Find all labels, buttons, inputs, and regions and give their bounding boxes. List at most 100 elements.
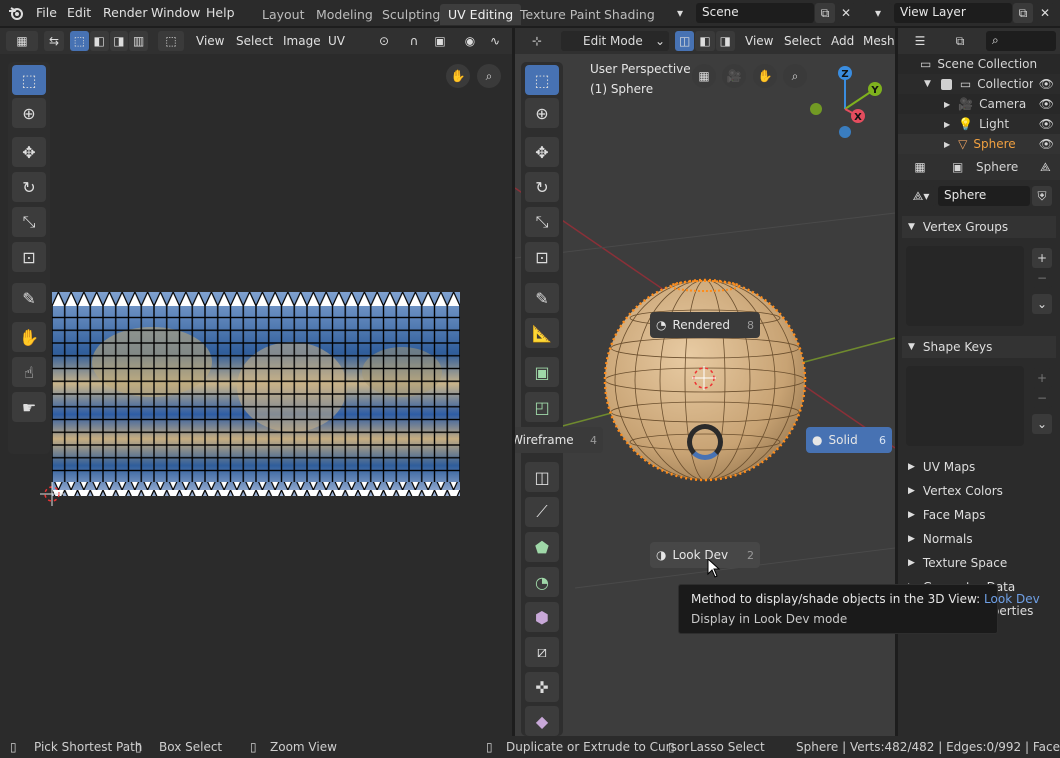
outliner-row-camera[interactable]: ▶ 🎥 Camera 👁 xyxy=(898,94,1060,114)
menu-file[interactable]: File xyxy=(36,5,57,20)
loop-cut-tool-icon[interactable]: ◫ xyxy=(525,462,559,492)
uv-menu-select[interactable]: Select xyxy=(236,34,273,48)
shrink-tool-icon[interactable]: ✜ xyxy=(525,672,559,702)
panel-face-maps[interactable]: ▶ Face Maps xyxy=(902,504,1056,526)
view-layer-field[interactable]: View Layer xyxy=(894,3,1012,23)
uv-menu-image[interactable]: Image xyxy=(283,34,321,48)
menu-window[interactable]: Window xyxy=(151,5,200,20)
outliner-search-field[interactable]: ⌕ xyxy=(986,31,1056,51)
face-mode-icon[interactable]: ◨ xyxy=(715,31,735,51)
mesh-browse-icon[interactable]: ⟁▾ xyxy=(906,186,936,206)
mesh-name-field[interactable]: Sphere xyxy=(938,186,1030,206)
panel-texture-space[interactable]: ▶ Texture Space xyxy=(902,552,1056,574)
uv-menu-uv[interactable]: UV xyxy=(328,34,345,48)
scale-tool-icon[interactable]: ⤡ xyxy=(12,207,46,237)
outliner-row-light[interactable]: ▶ 💡 Light 👁 xyxy=(898,114,1060,134)
eye-icon[interactable]: 👁 xyxy=(1039,117,1054,131)
panel-uv-maps[interactable]: ▶ UV Maps xyxy=(902,456,1056,478)
sticky-select-icon[interactable]: ⬚ xyxy=(158,31,184,51)
add-shape-key-icon[interactable]: + xyxy=(1032,368,1052,388)
remove-shape-key-icon[interactable]: − xyxy=(1032,388,1052,408)
select-box-tool-icon[interactable]: ⬚ xyxy=(12,65,46,95)
tab-modeling[interactable]: Modeling xyxy=(308,4,381,25)
proportional-edit-icon[interactable]: ◉ xyxy=(460,31,480,51)
edge-select-icon[interactable]: ◧ xyxy=(89,31,109,51)
shape-keys-list[interactable] xyxy=(906,366,1024,446)
tab-uv-editing[interactable]: UV Editing xyxy=(440,4,522,25)
uv-mesh-grid[interactable] xyxy=(52,292,460,496)
outliner-row-scene-collection[interactable]: ▭ Scene Collection xyxy=(898,54,1060,74)
panel-normals[interactable]: ▶ Normals xyxy=(902,528,1056,550)
measure-tool-icon[interactable]: 📐 xyxy=(525,318,559,348)
move-tool-icon[interactable]: ✥ xyxy=(12,137,46,167)
vertex-mode-icon[interactable]: ◫ xyxy=(675,31,695,51)
new-scene-icon[interactable]: ⧉ xyxy=(815,3,835,23)
remove-vertex-group-icon[interactable]: − xyxy=(1032,268,1052,288)
view-layer-icon[interactable]: ▾ xyxy=(864,3,892,23)
scene-selector-icon[interactable]: ▾ xyxy=(666,3,694,23)
vertex-groups-list[interactable] xyxy=(906,246,1024,326)
extrude-tool-icon[interactable]: ▣ xyxy=(525,357,559,387)
mode-selector[interactable]: Edit Mode ⌄ xyxy=(561,31,669,51)
eye-icon[interactable]: 👁 xyxy=(1039,77,1054,91)
menu-help[interactable]: Help xyxy=(206,5,235,20)
checkbox-icon[interactable] xyxy=(940,78,952,90)
spin-tool-icon[interactable]: ◔ xyxy=(525,567,559,597)
uv-menu-view[interactable]: View xyxy=(196,34,224,48)
poly-build-tool-icon[interactable]: ⬟ xyxy=(525,532,559,562)
eye-icon[interactable]: 👁 xyxy=(1039,97,1054,111)
rotate-tool-icon[interactable]: ↻ xyxy=(12,172,46,202)
relax-tool-icon[interactable]: ☝ xyxy=(12,357,46,387)
camera-view-icon[interactable]: 🎥 xyxy=(722,64,746,88)
pie-option-solid[interactable]: ● Solid 6 xyxy=(806,427,892,453)
tab-sculpting[interactable]: Sculpting xyxy=(374,4,448,25)
tab-texture-paint[interactable]: Texture Paint xyxy=(512,4,609,25)
vp-cursor-tool-icon[interactable]: ⊕ xyxy=(525,98,559,128)
smooth-tool-icon[interactable]: ⬢ xyxy=(525,602,559,632)
scene-name-field[interactable]: Scene xyxy=(696,3,814,23)
viewport-menu-add[interactable]: Add xyxy=(831,34,854,48)
pie-option-lookdev[interactable]: ◑ Look Dev 2 xyxy=(650,542,760,568)
pivot-icon[interactable]: ⊙ xyxy=(370,31,398,51)
viewport-menu-select[interactable]: Select xyxy=(784,34,821,48)
properties-editor-type-icon[interactable]: ▦ xyxy=(904,157,936,177)
vp-select-box-tool-icon[interactable]: ⬚ xyxy=(525,65,559,95)
uv-2d-cursor-icon[interactable] xyxy=(40,482,64,506)
uv-zoom-icon[interactable]: ⌕ xyxy=(477,64,501,88)
menu-render[interactable]: Render xyxy=(103,5,148,20)
pie-option-wireframe[interactable]: ⊕Wireframe4 xyxy=(515,427,603,453)
transform-tool-icon[interactable]: ⊡ xyxy=(12,242,46,272)
add-vertex-group-icon[interactable]: + xyxy=(1032,248,1052,268)
expand-arrow-icon[interactable]: ▶ xyxy=(944,120,950,129)
rip-tool-icon[interactable]: ◆ xyxy=(525,706,559,736)
annotate-tool-icon[interactable]: ✎ xyxy=(12,283,46,313)
blender-logo-icon[interactable] xyxy=(8,5,24,21)
edge-mode-icon[interactable]: ◧ xyxy=(695,31,715,51)
vp-transform-tool-icon[interactable]: ⊡ xyxy=(525,242,559,272)
vp-move-tool-icon[interactable]: ✥ xyxy=(525,137,559,167)
navigation-gizmo[interactable]: Z Y X xyxy=(800,64,890,154)
grab-tool-icon[interactable]: ✋ xyxy=(12,322,46,352)
expand-arrow-icon[interactable]: ▶ xyxy=(944,140,950,149)
expand-arrow-icon[interactable]: ▶ xyxy=(944,100,950,109)
viewport-menu-mesh[interactable]: Mesh xyxy=(863,34,895,48)
outliner-editor-type-icon[interactable]: ☰ xyxy=(904,31,936,51)
new-view-layer-icon[interactable]: ⧉ xyxy=(1013,3,1033,23)
outliner-row-sphere[interactable]: ▶ ▽ Sphere 👁 xyxy=(898,134,1060,154)
pie-option-rendered[interactable]: ◔ Rendered 8 xyxy=(650,312,760,338)
vp-rotate-tool-icon[interactable]: ↻ xyxy=(525,172,559,202)
pan-view-icon[interactable]: ✋ xyxy=(753,64,777,88)
snap-icon[interactable]: ∩ xyxy=(404,31,424,51)
delete-view-layer-icon[interactable]: ✕ xyxy=(1035,3,1055,23)
eye-icon[interactable]: 👁 xyxy=(1039,137,1054,151)
display-mode-icon[interactable]: ⧉ xyxy=(944,31,976,51)
fake-user-shield-icon[interactable]: ⛨ xyxy=(1032,186,1052,206)
expand-arrow-icon[interactable]: ▼ xyxy=(924,79,931,89)
shape-key-specials-icon[interactable]: ⌄ xyxy=(1032,414,1052,434)
snap-target-icon[interactable]: ▣ xyxy=(426,31,454,51)
vp-scale-tool-icon[interactable]: ⤡ xyxy=(525,207,559,237)
island-select-icon[interactable]: ▥ xyxy=(129,31,148,51)
area-divider[interactable] xyxy=(512,28,515,736)
pinch-tool-icon[interactable]: ☛ xyxy=(12,392,46,422)
menu-edit[interactable]: Edit xyxy=(67,5,91,20)
